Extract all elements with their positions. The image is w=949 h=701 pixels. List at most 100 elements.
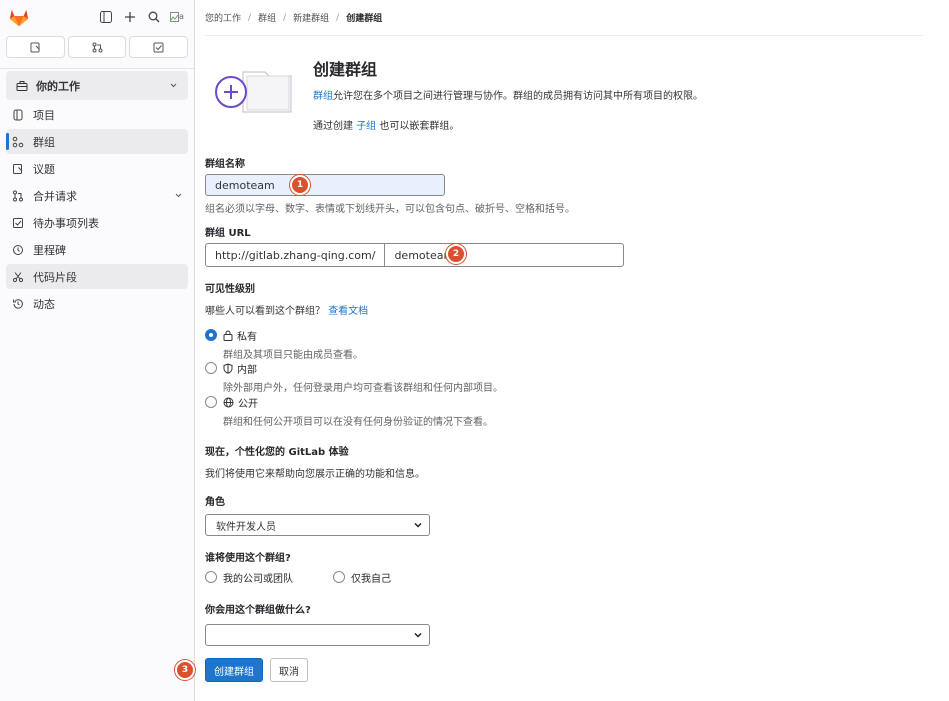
radio-title: 公开 (238, 399, 258, 410)
hero: 创建群组 群组允许您在多个项目之间进行管理与协作。群组的成员拥有访问其中所有项目… (205, 54, 923, 132)
history-icon (11, 297, 25, 311)
group-icon (11, 135, 25, 149)
todo-icon (153, 42, 164, 52)
sidebar-item-groups[interactable]: 群组 (6, 129, 188, 154)
group-url-prefix: http://gitlab.zhang-qing.com/ (205, 243, 386, 267)
sidebar-item-milestones[interactable]: 里程碑 (6, 237, 188, 262)
sidebar-item-activity[interactable]: 动态 (6, 291, 188, 316)
radio-description: 群组及其项目只能由成员查看。 (223, 350, 363, 361)
hero-text: 创建群组 群组允许您在多个项目之间进行管理与协作。群组的成员拥有访问其中所有项目… (313, 54, 703, 132)
issues-icon (11, 162, 25, 176)
sidebar-item-todos[interactable]: 待办事项列表 (6, 210, 188, 235)
radio-title: 仅我自己 (351, 574, 391, 585)
visibility-option-public[interactable]: 公开 群组和任何公开项目可以在没有任何身份验证的情况下查看。 (205, 395, 493, 428)
visibility-option-private[interactable]: 私有 群组及其项目只能由成员查看。 (205, 328, 363, 361)
subgroup-note-post: 也可以嵌套群组。 (379, 121, 460, 132)
group-url-label: 群组 URL (205, 228, 251, 239)
personalize-title: 现在，个性化您的 GitLab 体验 (205, 447, 349, 458)
radio-description: 除外部用户外，任何登录用户均可查看该群组和任何内部项目。 (223, 383, 503, 394)
radio-button[interactable] (205, 396, 217, 408)
visibility-option-internal[interactable]: 内部 除外部用户外，任何登录用户均可查看该群组和任何内部项目。 (205, 361, 503, 394)
annotation-badge: 2 (446, 244, 466, 264)
create-group-button[interactable]: 创建群组 (205, 658, 263, 682)
sidebar-item-label: 动态 (33, 297, 55, 311)
subgroup-note-pre: 通过创建 (313, 121, 353, 132)
shield-icon (223, 363, 233, 374)
role-selected-value: 软件开发人员 (216, 521, 276, 533)
who-label: 谁将使用这个群组? (205, 553, 291, 564)
merge-request-icon (11, 189, 25, 203)
sidebar: a 你的工作 项目 群组 议题 合并请求 待办事项列表 里程碑 代码片段 动态 (0, 0, 195, 701)
chevron-down-icon (175, 193, 182, 198)
issues-icon (30, 42, 40, 52)
section-title: 你的工作 (36, 79, 80, 93)
annotation-badge: 1 (290, 175, 310, 195)
folder-plus-illustration (215, 71, 292, 113)
sidebar-tabs (0, 33, 194, 61)
subgroup-link[interactable]: 子组 (356, 121, 376, 132)
sidebar-item-merge-requests[interactable]: 合并请求 (6, 183, 188, 208)
chevron-down-icon (414, 632, 422, 638)
sidebar-item-label: 项目 (33, 108, 55, 122)
visibility-label: 可见性级别 (205, 284, 255, 295)
visibility-question: 哪些人可以看到这个群组？ 查看文档 (205, 302, 368, 317)
role-label: 角色 (205, 497, 225, 508)
merge-requests-tab[interactable] (67, 36, 127, 58)
radio-title: 内部 (237, 365, 257, 376)
sidebar-item-label: 待办事项列表 (33, 216, 99, 230)
who-option-team[interactable]: 我的公司或团队 (205, 570, 293, 585)
chevron-down-icon (170, 83, 177, 88)
avatar[interactable]: a (170, 9, 186, 25)
group-name-label: 群组名称 (205, 159, 245, 170)
sidebar-item-label: 群组 (33, 135, 55, 149)
avatar-alt-text: a (179, 12, 184, 21)
who-option-self[interactable]: 仅我自己 (333, 570, 391, 585)
snippet-icon (11, 270, 25, 284)
group-url-input[interactable]: demoteam (385, 243, 625, 267)
breadcrumb-groups[interactable]: 群组 (258, 11, 276, 24)
radio-button[interactable] (205, 329, 217, 341)
hero-subgroup-note: 通过创建 子组 也可以嵌套群组。 (313, 117, 703, 132)
sidebar-item-label: 里程碑 (33, 243, 66, 257)
cancel-button[interactable]: 取消 (270, 658, 308, 682)
radio-button[interactable] (205, 362, 217, 374)
sidebar-toggle-icon[interactable] (98, 9, 113, 24)
sidebar-top: a (0, 0, 194, 33)
sidebar-item-projects[interactable]: 项目 (6, 102, 188, 127)
lock-icon (223, 330, 233, 341)
radio-button[interactable] (333, 571, 345, 583)
visibility-docs-link[interactable]: 查看文档 (328, 306, 368, 317)
breadcrumb-current: 创建群组 (346, 14, 383, 24)
search-icon[interactable] (146, 9, 161, 24)
radio-button[interactable] (205, 571, 217, 583)
briefcase-icon (16, 80, 28, 91)
group-name-help: 组名必须以字母、数字、表情或下划线开头，可以包含句点、破折号、空格和括号。 (205, 204, 575, 215)
group-url-field: http://gitlab.zhang-qing.com/ demoteam (205, 243, 625, 267)
hero-description: 群组允许您在多个项目之间进行管理与协作。群组的成员拥有访问其中所有项目的权限。 (313, 90, 703, 104)
breadcrumb-separator: / (336, 12, 340, 23)
role-select[interactable]: 软件开发人员 (205, 514, 430, 536)
breadcrumb-your-work[interactable]: 您的工作 (205, 11, 241, 24)
todos-tab[interactable] (129, 36, 189, 58)
your-work-header[interactable]: 你的工作 (6, 71, 188, 100)
breadcrumb-new-group[interactable]: 新建群组 (293, 11, 329, 24)
gitlab-logo-icon[interactable] (8, 7, 30, 27)
groups-link[interactable]: 群组 (313, 91, 333, 102)
project-icon (11, 108, 25, 122)
group-name-input[interactable]: demoteam (205, 174, 445, 196)
todo-icon (11, 216, 25, 230)
purpose-select[interactable] (205, 624, 430, 646)
hero-description-text: 允许您在多个项目之间进行管理与协作。群组的成员拥有访问其中所有项目的权限。 (333, 91, 703, 102)
breadcrumb: 您的工作 / 群组 / 新建群组 / 创建群组 (205, 0, 923, 36)
globe-icon (223, 397, 234, 408)
merge-request-icon (92, 42, 102, 52)
sidebar-item-label: 议题 (33, 162, 55, 176)
sidebar-item-snippets[interactable]: 代码片段 (6, 264, 188, 289)
annotation-badge: 3 (175, 660, 195, 680)
issues-tab[interactable] (6, 36, 65, 58)
sidebar-item-issues[interactable]: 议题 (6, 156, 188, 181)
plus-icon[interactable] (122, 9, 137, 24)
breadcrumb-separator: / (283, 12, 287, 23)
your-work-section: 你的工作 项目 群组 议题 合并请求 待办事项列表 里程碑 代码片段 动态 (0, 68, 194, 316)
radio-title: 私有 (237, 332, 257, 343)
